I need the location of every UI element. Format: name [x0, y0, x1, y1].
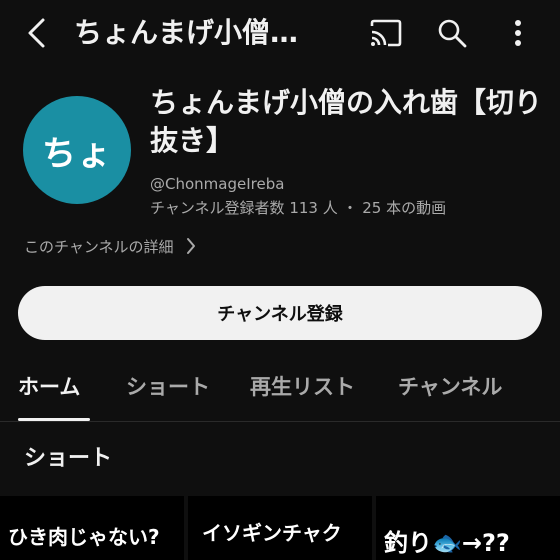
short-card[interactable]: ひき肉じゃない?: [0, 496, 184, 560]
short-title-tail: →??: [461, 529, 510, 557]
short-title: ひき肉じゃない?: [8, 525, 160, 549]
channel-avatar[interactable]: ちょ: [23, 96, 131, 204]
top-app-bar: ちょんまげ小僧…: [0, 0, 560, 66]
topbar-title: ちょんまげ小僧…: [74, 16, 299, 49]
tab-shorts[interactable]: ショート: [126, 372, 210, 402]
back-button[interactable]: [18, 14, 54, 52]
fish-icon: 🐟: [432, 529, 462, 557]
back-icon: [28, 18, 45, 48]
short-title: 釣り🐟→??: [384, 530, 510, 556]
channel-details-label: このチャンネルの詳細: [24, 237, 174, 256]
avatar-text: ちょ: [42, 133, 112, 174]
cast-icon: [370, 19, 402, 47]
section-title-shorts: ショート: [24, 446, 113, 471]
subscribe-button[interactable]: チャンネル登録: [18, 286, 542, 340]
channel-tabs: ホーム ショート 再生リスト チャンネル: [0, 360, 560, 422]
shorts-shelf: ひき肉じゃない? イソギンチャク 釣り🐟→??: [0, 496, 560, 560]
more-vert-icon: [515, 20, 521, 46]
channel-handle: @ChonmageIreba: [150, 175, 285, 193]
short-card[interactable]: 釣り🐟→??: [376, 496, 560, 560]
tab-playlists[interactable]: 再生リスト: [250, 372, 355, 402]
chevron-right-icon: [186, 237, 196, 255]
search-icon: [438, 19, 467, 48]
short-title-text: 釣り: [384, 529, 432, 557]
active-tab-indicator: [18, 418, 90, 421]
tab-channels[interactable]: チャンネル: [398, 372, 502, 402]
channel-name: ちょんまげ小僧の入れ歯【切り抜き】: [150, 86, 543, 157]
channel-stats: チャンネル登録者数 113 人 ・ 25 本の動画: [150, 199, 447, 217]
channel-details-link[interactable]: このチャンネルの詳細: [24, 232, 196, 260]
cast-button[interactable]: [366, 14, 406, 52]
short-card[interactable]: イソギンチャク: [188, 496, 372, 560]
tab-home[interactable]: ホーム: [18, 372, 80, 402]
more-options-button[interactable]: [500, 14, 536, 52]
search-button[interactable]: [432, 14, 472, 52]
short-title: イソギンチャク: [202, 521, 342, 545]
